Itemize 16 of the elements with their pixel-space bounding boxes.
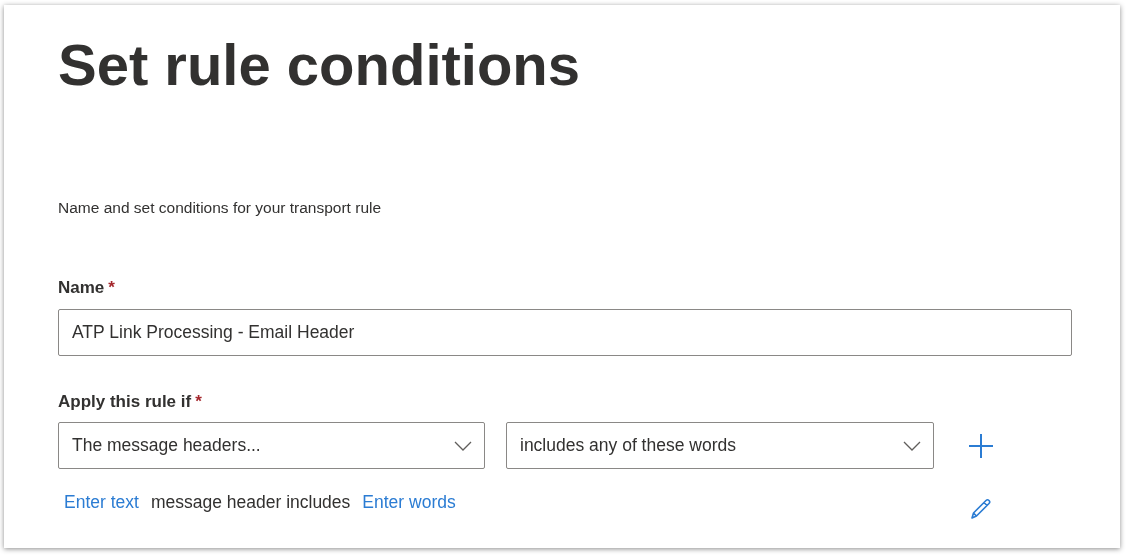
summary-text: message header includes: [150, 491, 351, 514]
chevron-down-icon: [454, 440, 472, 451]
field-label: Name: [58, 277, 105, 299]
description-text: Name and set conditions for your transport rule: [58, 198, 382, 218]
name-input-field[interactable]: ATP Link Processing - Email Header: [58, 309, 1072, 356]
pencil-icon[interactable]: [969, 497, 993, 521]
link[interactable]: Enter words: [362, 490, 456, 514]
field-label: Apply this rule if: [58, 391, 192, 413]
required-mark: *: [195, 391, 202, 413]
chevron-down-icon: [903, 440, 921, 451]
add-icon[interactable]: [968, 433, 994, 459]
page-title: Set rule conditions: [58, 35, 581, 95]
required-mark: *: [108, 277, 115, 299]
dropdown[interactable]: includes any of these words: [506, 422, 934, 469]
link[interactable]: Enter text: [64, 490, 139, 514]
dropdown[interactable]: The message headers...: [58, 422, 485, 469]
